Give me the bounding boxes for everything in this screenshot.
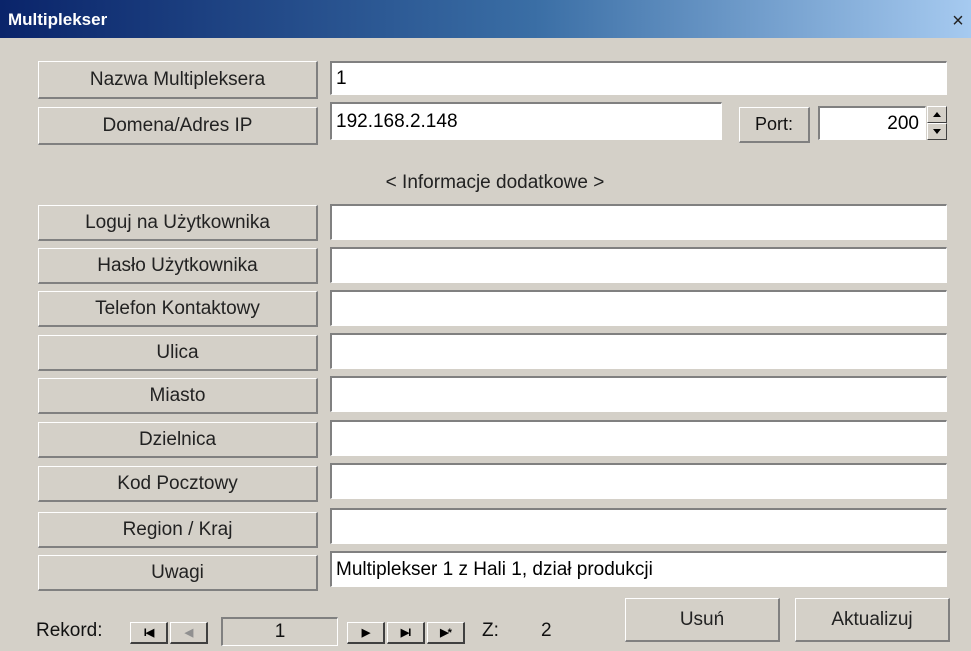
- record-count: 2: [541, 620, 552, 641]
- close-icon[interactable]: ×: [948, 11, 968, 31]
- port-label: Port:: [739, 107, 810, 143]
- window-title: Multiplekser: [8, 10, 108, 29]
- notes-field[interactable]: [330, 551, 947, 587]
- city-label: Miasto: [38, 378, 318, 414]
- port-spinner[interactable]: [927, 106, 947, 140]
- notes-label: Uwagi: [38, 555, 318, 591]
- last-record-button[interactable]: ▶I: [387, 622, 425, 644]
- name-label: Nazwa Multipleksera: [38, 61, 318, 99]
- domain-field[interactable]: [330, 102, 722, 140]
- phone-label: Telefon Kontaktowy: [38, 291, 318, 327]
- next-record-button[interactable]: ▶: [347, 622, 385, 644]
- section-heading: < Informacje dodatkowe >: [385, 172, 605, 193]
- update-button[interactable]: Aktualizuj: [795, 598, 950, 642]
- spin-down-button[interactable]: [927, 123, 947, 140]
- domain-label: Domena/Adres IP: [38, 107, 318, 145]
- district-field[interactable]: [330, 420, 947, 456]
- city-field[interactable]: [330, 376, 947, 412]
- record-label: Rekord:: [36, 620, 103, 641]
- delete-button[interactable]: Usuń: [625, 598, 780, 642]
- of-label: Z:: [482, 620, 499, 641]
- postal-code-label: Kod Pocztowy: [38, 466, 318, 502]
- prev-record-button[interactable]: ◀: [170, 622, 208, 644]
- arrow-down-icon: [933, 129, 941, 134]
- name-field[interactable]: [330, 61, 947, 95]
- password-label: Hasło Użytkownika: [38, 248, 318, 284]
- region-label: Region / Kraj: [38, 512, 318, 548]
- title-bar: Multiplekser ×: [0, 0, 971, 38]
- postal-code-field[interactable]: [330, 463, 947, 499]
- street-label: Ulica: [38, 335, 318, 371]
- first-record-button[interactable]: I◀: [130, 622, 168, 644]
- spin-up-button[interactable]: [927, 106, 947, 123]
- login-label: Loguj na Użytkownika: [38, 205, 318, 241]
- region-field[interactable]: [330, 508, 947, 544]
- login-field[interactable]: [330, 204, 947, 240]
- current-record-field[interactable]: 1: [221, 617, 338, 646]
- arrow-up-icon: [933, 112, 941, 117]
- new-record-button[interactable]: ▶*: [427, 622, 465, 644]
- port-field[interactable]: [818, 106, 926, 140]
- district-label: Dzielnica: [38, 422, 318, 458]
- password-field[interactable]: [330, 247, 947, 283]
- street-field[interactable]: [330, 333, 947, 369]
- phone-field[interactable]: [330, 290, 947, 326]
